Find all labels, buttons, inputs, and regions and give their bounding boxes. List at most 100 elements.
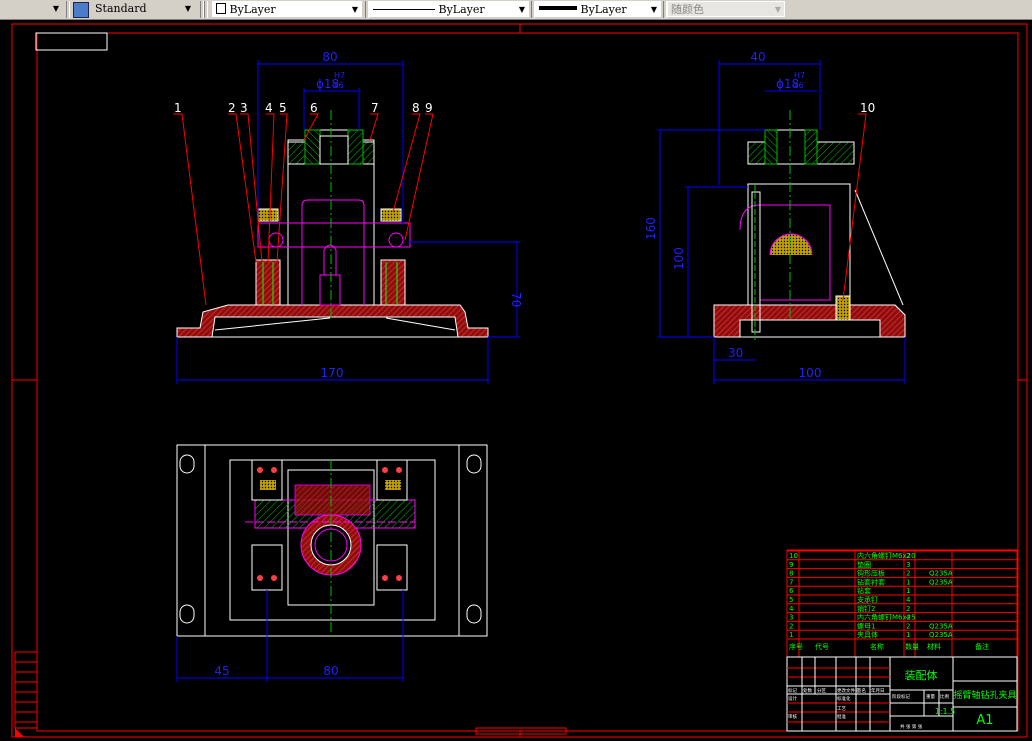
- linetype-sample-icon: [373, 9, 435, 10]
- bom-header-qty: 数量: [905, 642, 919, 651]
- color-value: ByLayer: [229, 3, 276, 16]
- svg-text:重量: 重量: [926, 693, 935, 700]
- dim-top-80: 80: [323, 664, 338, 678]
- dim-front-fit-upper: H7: [334, 71, 345, 80]
- bom-no: 5: [789, 596, 793, 604]
- side-view: [713, 110, 906, 340]
- svg-text:1: 1: [174, 101, 182, 115]
- svg-text:处数: 处数: [803, 687, 812, 694]
- text-style-icon[interactable]: [73, 2, 89, 18]
- text-style-dropdown[interactable]: Standard ▼: [92, 1, 194, 17]
- bom-name: 夹具体: [857, 630, 878, 639]
- dim-front-70: 70: [509, 292, 523, 307]
- previous-dropdown[interactable]: ▼: [0, 1, 62, 17]
- svg-text:工艺: 工艺: [837, 706, 846, 712]
- bom-no: 7: [789, 578, 793, 586]
- dim-side-30: 30: [728, 346, 743, 360]
- bom-header-material: 材料: [927, 642, 941, 651]
- front-balloon-labels: 123456789: [174, 101, 433, 115]
- svg-text:7: 7: [371, 101, 379, 115]
- properties-toolbar: ▼ Standard ▼ ByLayer ▼ ByLayer ▼ ByLayer ▼ 随…: [0, 0, 1032, 20]
- lineweight-dropdown[interactable]: ByLayer ▼: [535, 1, 661, 17]
- bom-material: Q235A: [929, 622, 953, 630]
- color-swatch-icon: [216, 3, 226, 14]
- chevron-down-icon: ▼: [184, 4, 191, 13]
- bom-qty: 1: [906, 578, 910, 586]
- sheet-size: A1: [976, 713, 993, 728]
- svg-text:6: 6: [310, 101, 318, 115]
- chevron-down-icon: ▼: [650, 5, 657, 14]
- lineweight-sample-icon: [539, 6, 577, 10]
- svg-text:9: 9: [425, 101, 433, 115]
- drawing-title: 摇臂轴钻孔夹具: [953, 689, 1016, 701]
- dim-top-45: 45: [214, 664, 229, 678]
- svg-text:标准化: 标准化: [837, 695, 851, 702]
- part-name: 装配体: [905, 668, 938, 682]
- drawing-canvas[interactable]: 80 ϕ18 H7 k6 70 170 123456789 40 ϕ18 H7 …: [0, 20, 1032, 741]
- bom-material: Q235A: [929, 570, 953, 578]
- bom-qty: 4: [906, 596, 911, 604]
- svg-text:4: 4: [265, 101, 273, 115]
- bom-name: 钻套衬套: [857, 577, 885, 586]
- bom-material: Q235A: [929, 631, 953, 639]
- bom-qty: 2: [906, 552, 910, 560]
- text-style-value: Standard: [95, 2, 147, 15]
- bom-qty: 1: [906, 587, 910, 595]
- bom-no: 6: [789, 587, 794, 595]
- bom-qty: 2: [906, 570, 910, 578]
- bom-qty: 2: [906, 622, 910, 630]
- svg-text:分区: 分区: [817, 687, 826, 694]
- chevron-down-icon: ▼: [518, 5, 525, 14]
- bill-of-materials: 10 内六角螺钉M6x2029 垫圈 38 钩形压板 2 Q235A7 钻套衬套 1 Q235A6…: [786, 549, 1018, 658]
- bom-header-no: 序号: [789, 642, 803, 651]
- bom-no: 10: [789, 552, 798, 560]
- dim-side-40: 40: [750, 50, 765, 64]
- svg-text:审核: 审核: [788, 713, 797, 720]
- svg-text:标记: 标记: [788, 687, 797, 694]
- svg-text:批准: 批准: [837, 713, 846, 720]
- dim-front-fit-lower: k6: [334, 81, 344, 90]
- linetype-dropdown[interactable]: ByLayer ▼: [369, 1, 529, 17]
- svg-text:2: 2: [228, 101, 236, 115]
- svg-text:5: 5: [279, 101, 287, 115]
- bom-no: 2: [789, 622, 793, 630]
- dim-side-100-base: 100: [799, 366, 822, 380]
- svg-text:设计: 设计: [788, 695, 797, 702]
- bom-name: 钩形压板: [857, 569, 885, 578]
- bom-no: 1: [789, 631, 793, 639]
- dim-side-fit-upper: H7: [794, 71, 805, 80]
- chevron-down-icon: ▼: [52, 4, 59, 13]
- bom-header-code: 代号: [815, 642, 829, 651]
- bom-no: 3: [789, 614, 793, 622]
- bom-name: 支承钉: [857, 595, 878, 604]
- front-view: [176, 110, 489, 338]
- svg-text:阶段标记: 阶段标记: [892, 693, 910, 700]
- top-view: [176, 444, 488, 640]
- bom-qty: 2: [906, 605, 910, 613]
- side-balloon-10: 10: [860, 101, 875, 115]
- dim-front-80: 80: [322, 50, 337, 64]
- svg-text:签名: 签名: [857, 687, 866, 694]
- bom-name: 钻套: [857, 586, 871, 595]
- bom-name: 垫圈: [857, 560, 871, 569]
- lineweight-value: ByLayer: [580, 3, 627, 16]
- bom-qty: 4: [906, 614, 911, 622]
- bom-no: 4: [789, 605, 794, 613]
- dim-side-100: 100: [672, 247, 686, 270]
- color-dropdown[interactable]: ByLayer ▼: [212, 1, 362, 17]
- chevron-down-icon: ▼: [351, 5, 358, 14]
- dim-front-170: 170: [321, 366, 344, 380]
- dim-side-fit-lower: k6: [794, 81, 804, 90]
- bom-name: 螺母1: [857, 621, 875, 630]
- bom-qty: 1: [906, 631, 910, 639]
- svg-text:年月日: 年月日: [871, 687, 885, 694]
- dim-side-160: 160: [644, 217, 658, 240]
- bom-no: 9: [789, 561, 793, 569]
- bom-material: Q235A: [929, 578, 953, 586]
- svg-text:8: 8: [412, 101, 420, 115]
- plot-style-dropdown: 随颜色 ▼: [667, 1, 785, 17]
- svg-text:共 张 第 张: 共 张 第 张: [900, 723, 923, 730]
- bom-name: 销钉2: [857, 604, 875, 613]
- bom-no: 8: [789, 570, 793, 578]
- bom-header-name: 名称: [870, 642, 884, 651]
